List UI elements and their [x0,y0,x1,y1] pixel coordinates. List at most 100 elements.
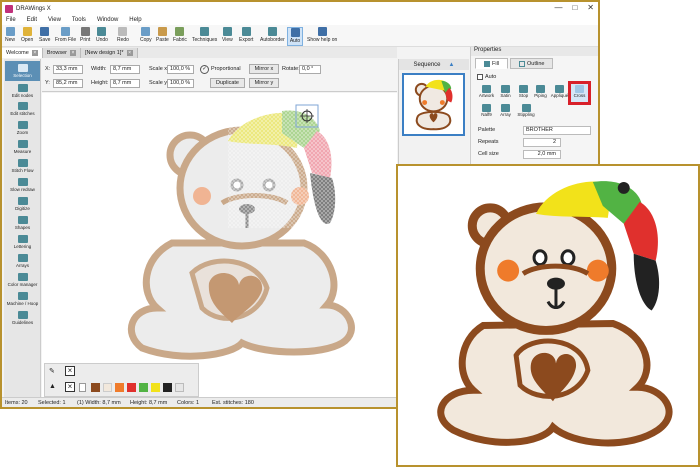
paste-button[interactable]: Paste [156,27,169,46]
tool-guidelines[interactable]: Guidelines [5,308,40,328]
autoborder-button[interactable]: Autoborder [260,27,285,46]
fill-cross-button[interactable]: Cross [568,81,591,105]
tool-digitize[interactable]: Digitize [5,194,40,214]
mirror-x-button[interactable]: Mirror x [249,64,279,74]
minimize-icon[interactable]: — [554,3,562,12]
scale-y-field[interactable]: 100,0 % [167,79,194,88]
fill-stippling-button[interactable]: Stippling [515,103,537,120]
machine-hoop-icon [17,292,28,300]
auto-checkbox[interactable] [477,74,483,80]
status-colors: Colors: 1 [177,400,200,406]
techniques-button[interactable]: Techniques [192,27,217,46]
sequence-thumbnail[interactable] [402,73,465,136]
undo-button[interactable]: Undo [96,27,108,46]
bear-body [127,239,355,360]
tab-browser[interactable]: Browser × [42,48,81,58]
fill-stop-button[interactable]: Stop [515,84,532,101]
view-icon [222,27,232,36]
save-icon [40,27,50,36]
artwork-icon [482,85,491,93]
rotate-label: Rotate: [282,66,300,72]
fill-applique-button[interactable]: Appliqué [551,84,568,101]
menu-window[interactable]: Window [97,17,118,23]
height-field[interactable]: 8,7 mm [110,79,140,88]
status-selected: Selected: 1 [38,400,66,406]
color-swatch-yellow[interactable] [151,383,160,392]
from-file-button[interactable]: From File [55,27,76,46]
y-field[interactable]: 85,2 mm [53,79,83,88]
show-help-button[interactable]: Show help on [307,27,337,46]
tool-color-manager[interactable]: Color manager [5,270,40,290]
design-canvas[interactable] [42,93,397,399]
menu-edit[interactable]: Edit [27,17,37,23]
bucket-icon[interactable]: ▲ [49,383,56,390]
color-swatch-orange[interactable] [115,383,124,392]
print-button[interactable]: Print [80,27,90,46]
fill-piping-button[interactable]: Piping [532,84,549,101]
repeats-stepper[interactable]: 2 [523,138,561,147]
tool-arrays[interactable]: Arrays [5,251,40,271]
scale-x-field[interactable]: 100,0 % [167,65,194,74]
color-swatch-gray[interactable] [175,383,184,392]
view-button[interactable]: View [222,27,233,46]
width-field[interactable]: 8,7 mm [110,65,140,74]
y-label: Y: [45,80,50,86]
collapse-arrow-icon[interactable]: ▲ [449,62,455,68]
tool-slow-redraw[interactable]: Slow redraw [5,175,40,195]
cell-size-field[interactable]: 2,0 mm [523,150,561,159]
duplicate-button[interactable]: Duplicate [210,78,245,88]
fabric-button[interactable]: Fabric [173,27,187,46]
tool-lettering[interactable]: Lettering [5,232,40,252]
save-button[interactable]: Save [39,27,50,46]
menu-file[interactable]: File [6,17,16,23]
close-tab-icon[interactable]: × [126,50,133,56]
tools-sidebar: Selection Edit nodes Edit stitches Zoom … [4,59,41,399]
export-button[interactable]: Export [239,27,253,46]
palette-label: Palette [478,127,496,133]
menu-help[interactable]: Help [129,17,141,23]
fill-array-button[interactable]: Array [497,103,514,120]
fill-artwork-button[interactable]: Artwork [478,84,495,101]
copy-button[interactable]: Copy [140,27,152,46]
tab-new-design[interactable]: [New design 1]* × [81,48,138,58]
auto-button[interactable]: Auto [287,27,303,46]
fill-nalf9-button[interactable]: Nalf9 [478,103,495,120]
no-fill-swatch[interactable]: × [65,382,75,392]
new-button[interactable]: New [5,27,15,46]
open-button[interactable]: Open [21,27,33,46]
no-color-swatch[interactable]: × [65,366,75,376]
tab-fill[interactable]: Fill [475,58,509,69]
menu-view[interactable]: View [48,17,61,23]
close-tab-icon[interactable]: × [70,50,76,56]
color-swatch-brown[interactable] [91,383,100,392]
tab-outline[interactable]: Outline [510,58,554,69]
tool-measure[interactable]: Measure [5,137,40,157]
tool-selection[interactable]: Selection [5,61,40,81]
color-swatch-red[interactable] [127,383,136,392]
autoborder-icon [267,27,277,36]
fill-satin-button[interactable]: Satin [497,84,514,101]
color-swatch-green[interactable] [139,383,148,392]
x-field[interactable]: 33,3 mm [53,65,83,74]
close-tab-icon[interactable]: × [31,50,38,56]
color-swatch-black[interactable] [163,383,172,392]
redo-button[interactable]: Redo [117,27,129,46]
tab-welcome[interactable]: Welcome × [2,48,43,58]
palette-select[interactable]: BROTHER [523,126,591,135]
rotate-field[interactable]: 0,0 ° [299,65,321,74]
tool-stitch-flow[interactable]: Stitch Flow [5,156,40,176]
close-icon[interactable]: ✕ [587,3,594,12]
tool-edit-stitches[interactable]: Edit stitches [5,99,40,119]
proportional-check-icon[interactable]: ✓ [200,65,209,74]
tool-zoom[interactable]: Zoom [5,118,40,138]
maximize-icon[interactable]: □ [572,3,577,12]
height-label: Height: [91,80,109,86]
tool-edit-nodes[interactable]: Edit nodes [5,81,40,101]
tool-shapes[interactable]: Shapes [5,213,40,233]
mirror-y-button[interactable]: Mirror y [249,78,279,88]
color-swatch-white[interactable] [79,383,86,392]
menu-tools[interactable]: Tools [72,17,86,23]
pen-icon[interactable]: ✎ [49,367,55,375]
tool-machine-hoop[interactable]: Machine / Hoop [5,289,40,309]
color-swatch-cream[interactable] [103,383,112,392]
